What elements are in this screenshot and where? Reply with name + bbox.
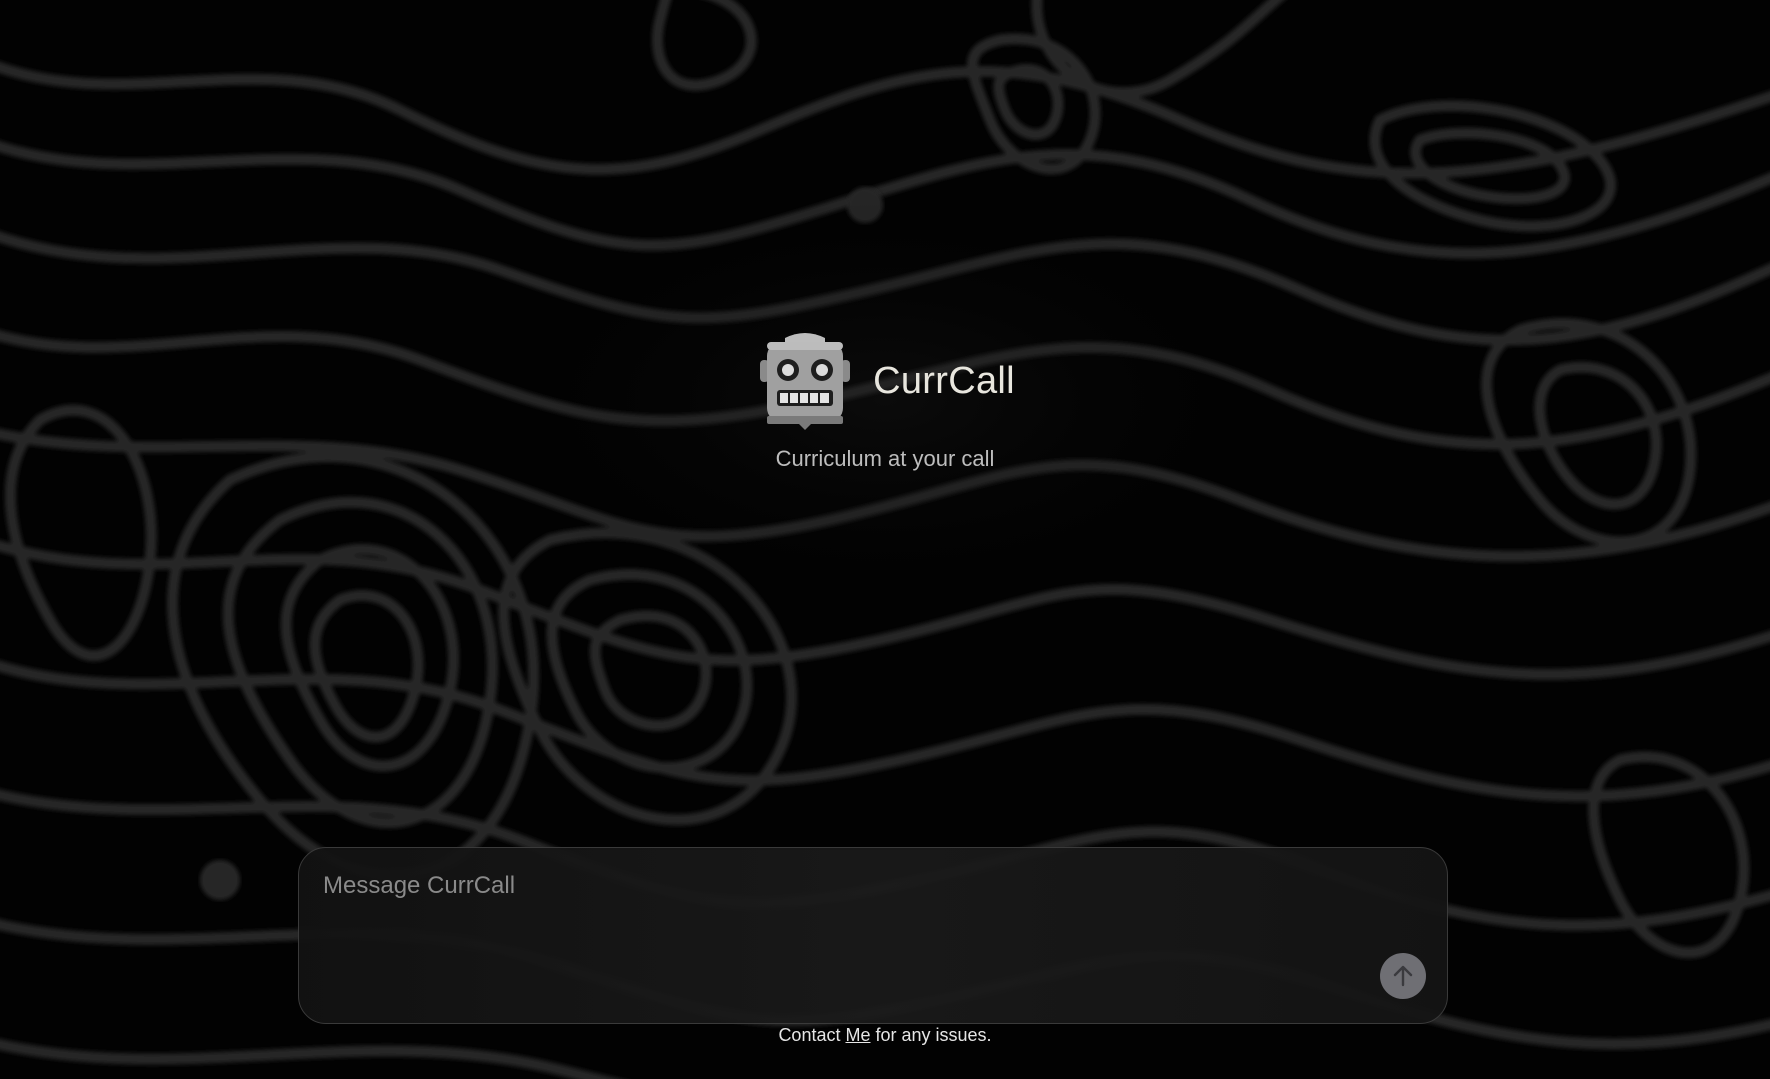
hero: CurrCall Curriculum at your call bbox=[0, 330, 1770, 472]
app-title: CurrCall bbox=[873, 359, 1015, 402]
contact-link[interactable]: Me bbox=[845, 1025, 870, 1045]
message-input[interactable] bbox=[323, 872, 1403, 972]
brand-row: CurrCall bbox=[0, 330, 1770, 430]
page: CurrCall Curriculum at your call Contact… bbox=[0, 0, 1770, 1079]
footer: Contact Me for any issues. bbox=[0, 1025, 1770, 1046]
send-button[interactable] bbox=[1380, 953, 1426, 999]
footer-prefix: Contact bbox=[778, 1025, 846, 1045]
app-tagline: Curriculum at your call bbox=[775, 446, 995, 471]
arrow-up-icon bbox=[1393, 965, 1413, 987]
message-composer bbox=[298, 847, 1448, 1024]
footer-suffix: for any issues. bbox=[870, 1025, 992, 1045]
robot-icon bbox=[760, 333, 851, 430]
